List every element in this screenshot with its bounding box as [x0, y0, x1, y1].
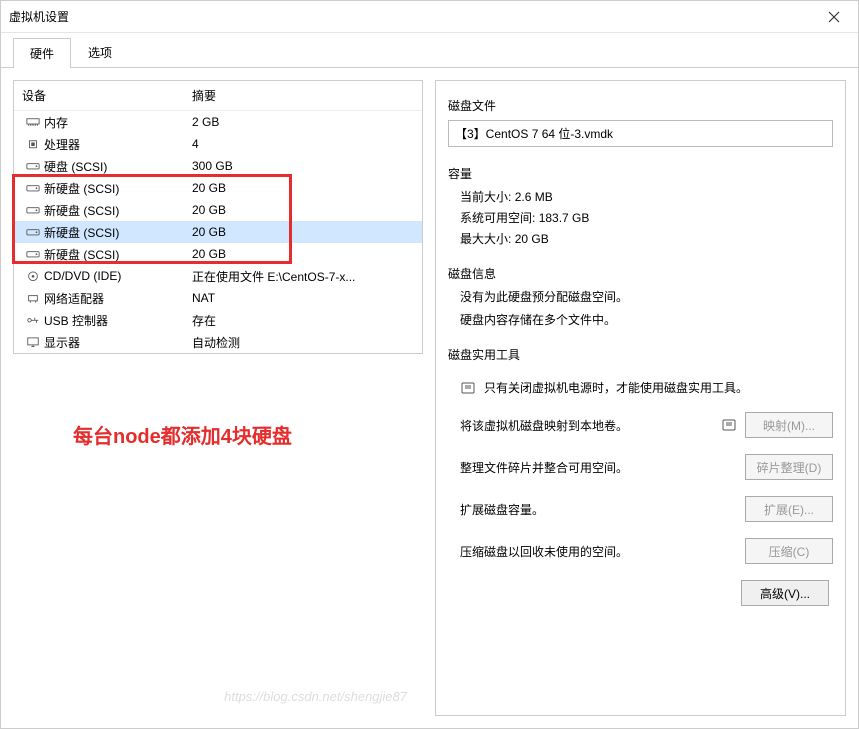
defrag-button[interactable]: 碎片整理(D) — [745, 454, 833, 480]
free-space-label: 系统可用空间: — [460, 211, 535, 225]
current-size-row: 当前大小: 2.6 MB — [460, 188, 833, 205]
compress-button[interactable]: 压缩(C) — [745, 538, 833, 564]
current-size-value: 2.6 MB — [515, 190, 553, 204]
annotation-text: 每台node都添加4块硬盘 — [73, 420, 292, 449]
hardware-row[interactable]: CD/DVD (IDE)正在使用文件 E:\CentOS-7-x... — [14, 265, 422, 287]
cpu-icon — [22, 138, 44, 150]
info-icon — [460, 380, 476, 396]
hardware-row[interactable]: 新硬盘 (SCSI)20 GB — [14, 177, 422, 199]
hardware-row[interactable]: 内存2 GB — [14, 111, 422, 133]
hardware-row[interactable]: 新硬盘 (SCSI)20 GB — [14, 243, 422, 265]
disk-file-title: 磁盘文件 — [448, 97, 833, 114]
max-size-row: 最大大小: 20 GB — [460, 230, 833, 247]
tab-options[interactable]: 选项 — [71, 37, 129, 67]
device-name: 网络适配器 — [44, 290, 192, 307]
device-summary: 300 GB — [192, 159, 414, 173]
device-name: 新硬盘 (SCSI) — [44, 246, 192, 263]
util-compress-text: 压缩磁盘以回收未使用的空间。 — [460, 543, 737, 560]
close-button[interactable] — [814, 3, 854, 31]
advanced-button[interactable]: 高级(V)... — [741, 580, 829, 606]
expand-button[interactable]: 扩展(E)... — [745, 496, 833, 522]
tab-hardware[interactable]: 硬件 — [13, 38, 71, 68]
util-expand-row: 扩展磁盘容量。 扩展(E)... — [460, 496, 833, 522]
hardware-list-header: 设备 摘要 — [14, 81, 422, 111]
disk-file-field[interactable]: 【3】CentOS 7 64 位-3.vmdk — [448, 120, 833, 147]
disk-icon — [22, 248, 44, 260]
util-warning-row: 只有关闭虚拟机电源时，才能使用磁盘实用工具。 — [460, 379, 833, 396]
hardware-list-panel: 设备 摘要 内存2 GB处理器4硬盘 (SCSI)300 GB新硬盘 (SCSI… — [13, 80, 423, 354]
max-size-value: 20 GB — [515, 232, 549, 246]
tab-bar: 硬件 选项 — [1, 33, 858, 68]
device-name: 处理器 — [44, 136, 192, 153]
titlebar: 虚拟机设置 — [1, 1, 858, 33]
device-name: CD/DVD (IDE) — [44, 269, 192, 283]
map-button[interactable]: 映射(M)... — [745, 412, 833, 438]
device-summary: 存在 — [192, 312, 414, 329]
hardware-row[interactable]: 新硬盘 (SCSI)20 GB — [14, 221, 422, 243]
content-area: 设备 摘要 内存2 GB处理器4硬盘 (SCSI)300 GB新硬盘 (SCSI… — [1, 68, 858, 728]
map-hint-icon — [721, 417, 737, 433]
device-summary: 正在使用文件 E:\CentOS-7-x... — [192, 268, 414, 285]
device-summary: 20 GB — [192, 203, 414, 217]
util-defrag-text: 整理文件碎片并整合可用空间。 — [460, 459, 737, 476]
disk-info-title: 磁盘信息 — [448, 265, 833, 282]
device-summary: 自动检测 — [192, 334, 414, 351]
util-defrag-row: 整理文件碎片并整合可用空间。 碎片整理(D) — [460, 454, 833, 480]
util-expand-text: 扩展磁盘容量。 — [460, 501, 737, 518]
watermark-text: https://blog.csdn.net/shengjie87 — [224, 689, 407, 704]
util-warning-text: 只有关闭虚拟机电源时，才能使用磁盘实用工具。 — [484, 379, 833, 396]
hardware-row[interactable]: 新硬盘 (SCSI)20 GB — [14, 199, 422, 221]
hardware-row[interactable]: 显示器自动检测 — [14, 331, 422, 353]
device-summary: NAT — [192, 291, 414, 305]
disk-icon — [22, 226, 44, 238]
disk-info-line2: 硬盘内容存储在多个文件中。 — [460, 311, 833, 328]
cd-icon — [22, 270, 44, 282]
memory-icon — [22, 116, 44, 128]
device-summary: 2 GB — [192, 115, 414, 129]
disk-icon — [22, 204, 44, 216]
util-compress-row: 压缩磁盘以回收未使用的空间。 压缩(C) — [460, 538, 833, 564]
advanced-button-row: 高级(V)... — [448, 580, 829, 606]
device-name: 新硬盘 (SCSI) — [44, 180, 192, 197]
current-size-label: 当前大小: — [460, 190, 511, 204]
max-size-label: 最大大小: — [460, 232, 511, 246]
capacity-title: 容量 — [448, 165, 833, 182]
disk-icon — [22, 182, 44, 194]
device-summary: 20 GB — [192, 247, 414, 261]
util-map-row: 将该虚拟机磁盘映射到本地卷。 映射(M)... — [460, 412, 833, 438]
network-icon — [22, 292, 44, 304]
header-summary: 摘要 — [192, 87, 414, 104]
hardware-row[interactable]: 网络适配器NAT — [14, 287, 422, 309]
device-summary: 4 — [192, 137, 414, 151]
device-summary: 20 GB — [192, 181, 414, 195]
display-icon — [22, 336, 44, 348]
usb-icon — [22, 314, 44, 326]
disk-info-line1: 没有为此硬盘预分配磁盘空间。 — [460, 288, 833, 305]
device-name: 新硬盘 (SCSI) — [44, 202, 192, 219]
device-name: USB 控制器 — [44, 312, 192, 329]
hardware-list: 内存2 GB处理器4硬盘 (SCSI)300 GB新硬盘 (SCSI)20 GB… — [14, 111, 422, 353]
free-space-value: 183.7 GB — [539, 211, 590, 225]
vm-settings-window: 虚拟机设置 硬件 选项 设备 摘要 内存2 GB处理器4硬盘 (SCSI)300… — [0, 0, 859, 729]
disk-details-panel: 磁盘文件 【3】CentOS 7 64 位-3.vmdk 容量 当前大小: 2.… — [435, 80, 846, 716]
window-title: 虚拟机设置 — [9, 8, 69, 25]
free-space-row: 系统可用空间: 183.7 GB — [460, 209, 833, 226]
close-icon — [828, 11, 840, 23]
util-map-text: 将该虚拟机磁盘映射到本地卷。 — [460, 417, 713, 434]
device-name: 硬盘 (SCSI) — [44, 158, 192, 175]
hardware-row[interactable]: USB 控制器存在 — [14, 309, 422, 331]
header-device: 设备 — [22, 87, 192, 104]
device-name: 内存 — [44, 114, 192, 131]
utilities-title: 磁盘实用工具 — [448, 346, 833, 363]
device-name: 显示器 — [44, 334, 192, 351]
disk-icon — [22, 160, 44, 172]
hardware-row[interactable]: 硬盘 (SCSI)300 GB — [14, 155, 422, 177]
device-name: 新硬盘 (SCSI) — [44, 224, 192, 241]
hardware-row[interactable]: 处理器4 — [14, 133, 422, 155]
device-summary: 20 GB — [192, 225, 414, 239]
